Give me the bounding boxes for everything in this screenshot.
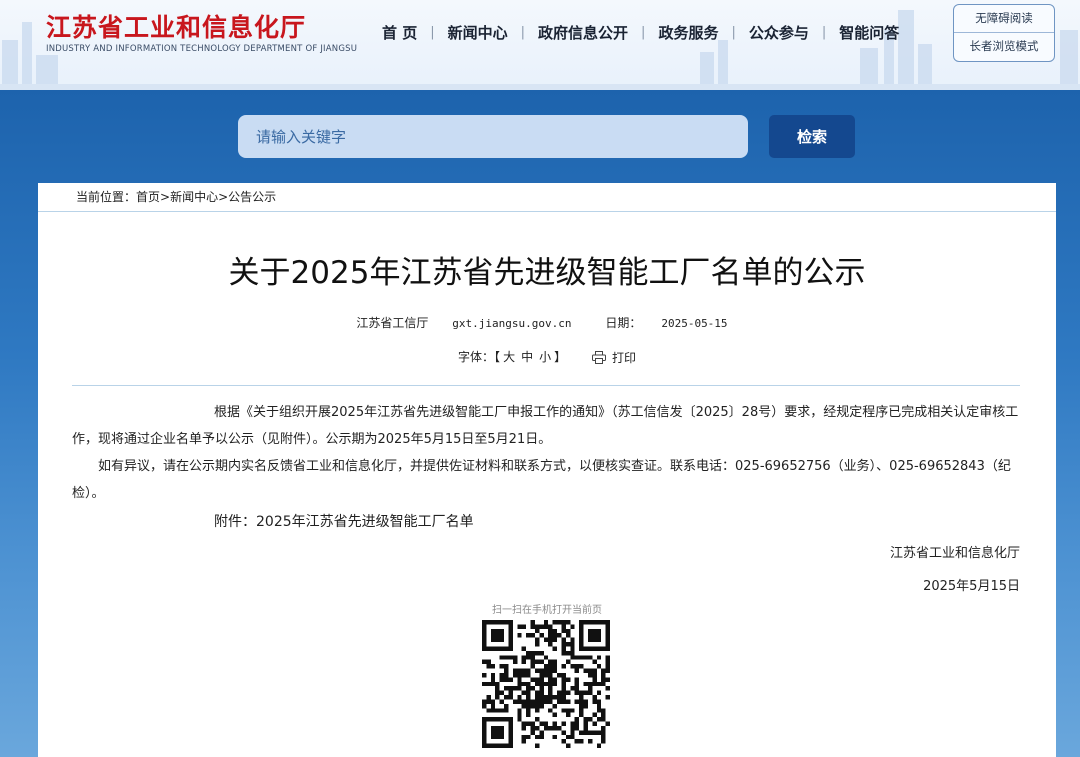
breadcrumb-separator: > [160, 190, 171, 204]
article-sign-date: 2025年5月15日 [923, 579, 1020, 594]
breadcrumb-prefix: 当前位置： [76, 190, 137, 204]
article-meta: 江苏省工信厅 gxt.jiangsu.gov.cn 日期： 2025-05-15 [38, 314, 1056, 331]
print-label: 打印 [611, 351, 636, 365]
font-size-bracket-open: 【 [494, 350, 501, 364]
nav-separator: | [821, 24, 827, 40]
printer-icon [591, 351, 606, 364]
article-signature: 江苏省工业和信息化厅 [889, 546, 1020, 561]
article-body: 根据《关于组织开展2025年江苏省先进级智能工厂申报工作的通知》（苏工信信发〔2… [72, 399, 1020, 600]
nav-participation[interactable]: 公众参与 [747, 22, 811, 43]
accessible-reading-button[interactable]: 无障碍阅读 [954, 5, 1054, 32]
attachment-link[interactable]: 2025年江苏省先进级智能工厂名单 [256, 514, 474, 530]
article-source: 江苏省工信厅 [356, 316, 429, 330]
article-paragraph-2: 如有异议，请在公示期内实名反馈省工业和信息化厅，并提供佐证材料和联系方式，以便核… [72, 459, 1011, 501]
nav-separator: | [430, 24, 435, 40]
nav-separator: | [641, 24, 646, 40]
nav-separator: | [731, 24, 736, 40]
search-button[interactable]: 检索 [769, 115, 855, 158]
site-logo-subtitle: INDUSTRY AND INFORMATION TECHNOLOGY DEPA… [46, 44, 358, 54]
article-date-label: 日期： [605, 316, 642, 330]
article-date: 日期： 2025-05-15 [595, 316, 737, 330]
breadcrumb-notices[interactable]: 公告公示 [228, 190, 276, 204]
nav-separator: | [520, 24, 526, 40]
article-paragraph-1: 根据《关于组织开展2025年江苏省先进级智能工厂申报工作的通知》（苏工信信发〔2… [72, 405, 1019, 447]
elder-mode-button[interactable]: 长者浏览模式 [954, 32, 1054, 60]
article-date-value: 2025-05-15 [661, 317, 728, 330]
article-site: gxt.jiangsu.gov.cn [452, 317, 572, 330]
search-input[interactable] [238, 115, 748, 158]
main-nav: 首 页 | 新闻中心 | 政府信息公开 | 政务服务 | 公众参与 | 智能问答 [380, 20, 901, 44]
qr-code [482, 620, 610, 748]
print-button[interactable]: 打印 [591, 349, 636, 366]
nav-services[interactable]: 政务服务 [656, 22, 720, 43]
breadcrumb-separator: > [218, 190, 229, 204]
attachment-row: 附件：2025年江苏省先进级智能工厂名单 [72, 509, 1020, 536]
breadcrumb-home[interactable]: 首页 [136, 190, 160, 204]
breadcrumb-news[interactable]: 新闻中心 [170, 190, 218, 204]
nav-home[interactable]: 首 页 [380, 22, 419, 43]
site-logo-title[interactable]: 江苏省工业和信息化厅 [46, 8, 306, 44]
font-size-label: 字体： [458, 350, 495, 364]
font-size-large[interactable]: 大 [503, 350, 515, 364]
attachment-label: 附件： [214, 514, 256, 530]
article-tools: 字体：【大中小】 打印 [38, 348, 1056, 366]
nav-gov-info[interactable]: 政府信息公开 [536, 22, 630, 43]
nav-smart-qa[interactable]: 智能问答 [837, 22, 901, 43]
font-size-small[interactable]: 小 [539, 350, 551, 364]
font-size-medium[interactable]: 中 [521, 350, 533, 364]
nav-news[interactable]: 新闻中心 [446, 22, 510, 43]
font-size-bracket-close: 】 [554, 350, 567, 364]
article-title: 关于2025年江苏省先进级智能工厂名单的公示 [228, 255, 866, 291]
breadcrumb: 当前位置：首页>新闻中心>公告公示 [38, 183, 1056, 212]
meta-divider [72, 385, 1020, 386]
site-header: 江苏省工业和信息化厅 INDUSTRY AND INFORMATION TECH… [0, 0, 1080, 90]
accessibility-panel: 无障碍阅读 长者浏览模式 [953, 4, 1055, 62]
qr-caption: 扫一扫在手机打开当前页 [492, 605, 602, 616]
article-panel: 当前位置：首页>新闻中心>公告公示 关于2025年江苏省先进级智能工厂名单的公示… [38, 183, 1056, 757]
